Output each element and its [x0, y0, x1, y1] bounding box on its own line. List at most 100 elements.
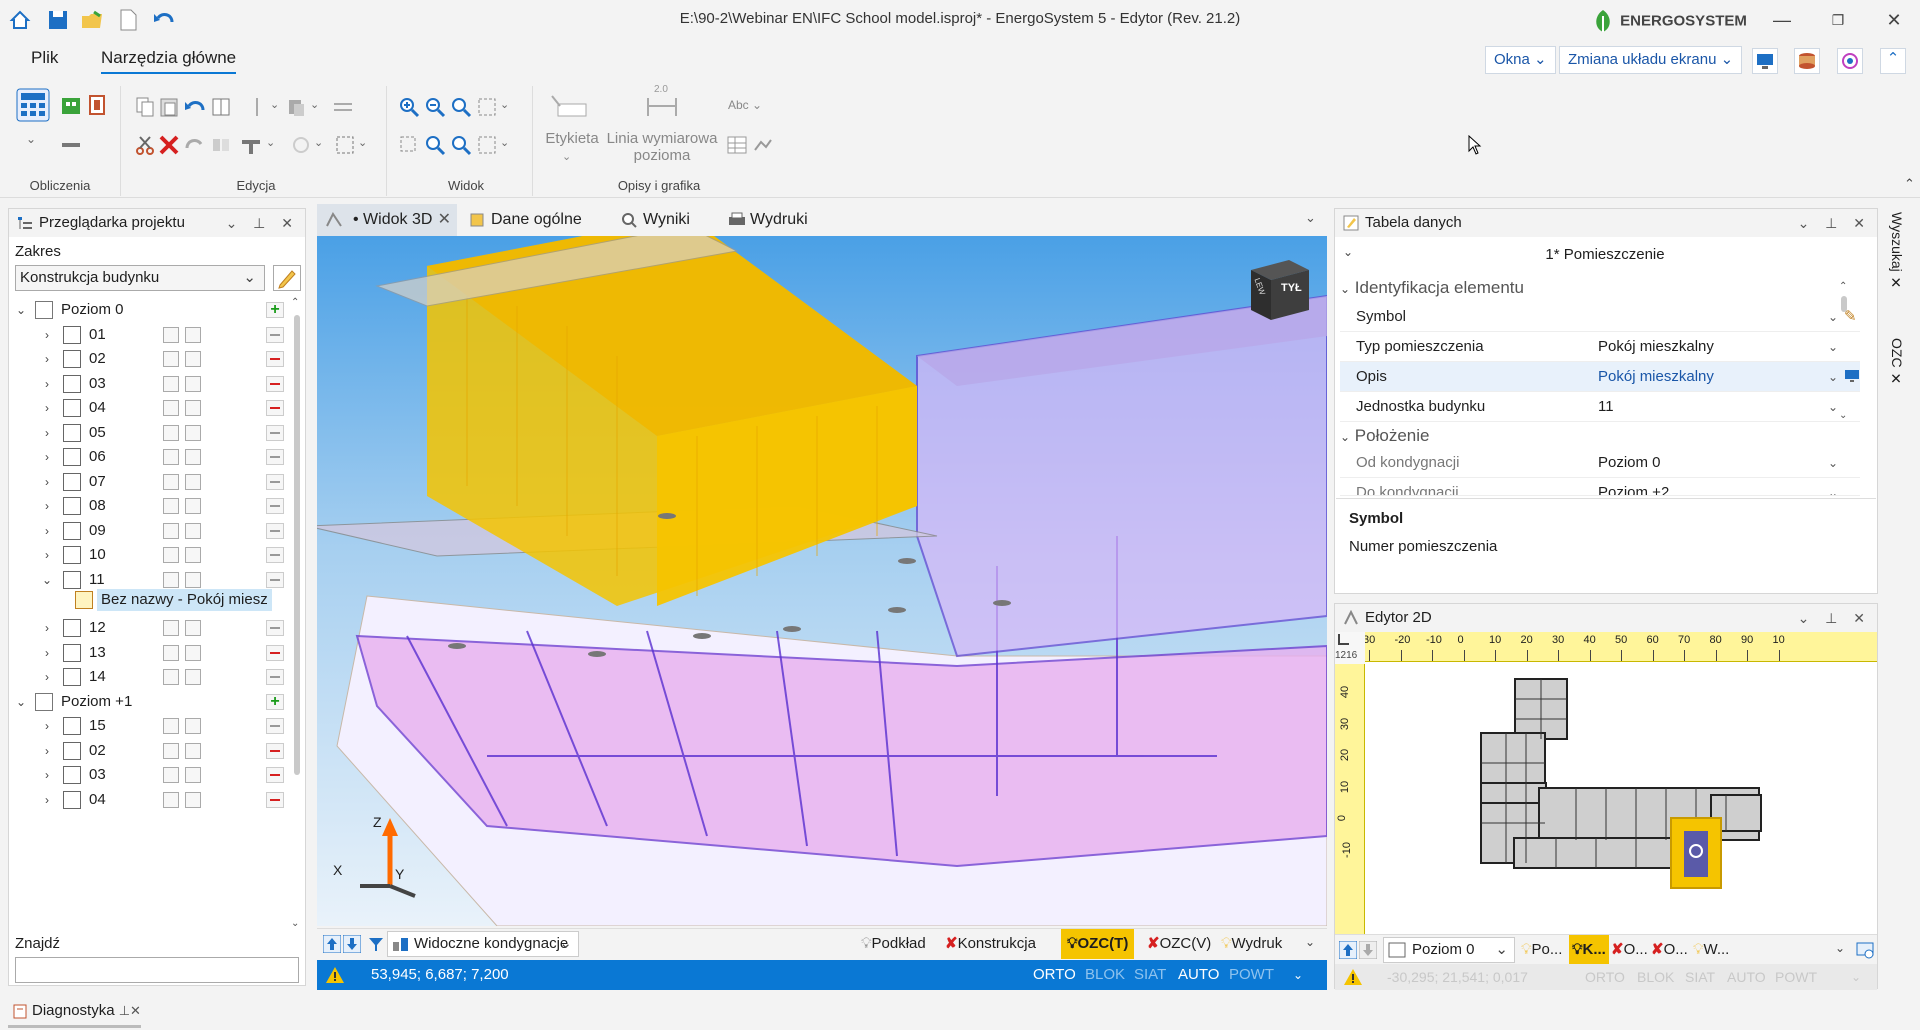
building-green-icon[interactable] [60, 94, 82, 116]
calc-expand-icon[interactable]: ⌄ [26, 132, 48, 154]
chevron-down-icon[interactable]: ⌄ [1828, 332, 1838, 362]
tabs-overflow-icon[interactable]: ⌄ [1305, 210, 1316, 226]
label-tool-label[interactable]: Etykieta [540, 130, 604, 147]
edit-pencil-icon[interactable] [273, 265, 301, 291]
undo-edit-icon[interactable] [184, 96, 206, 118]
collapse-ribbon-icon[interactable]: ⌃ [1880, 48, 1906, 74]
row-room-type[interactable]: Typ pomieszczenia Pokój mieszkalny ⌄ [1340, 332, 1860, 362]
2d-layer-2[interactable]: 💡︎K... [1569, 935, 1609, 965]
layer-print[interactable]: 💡︎Wydruk [1221, 929, 1282, 959]
scroll-down-icon[interactable]: ⌄ [291, 918, 299, 929]
room-copy-icon[interactable] [185, 767, 201, 783]
zoom-next-icon[interactable] [450, 134, 472, 156]
tree-scrollbar[interactable]: ⌃ ⌄ [291, 297, 303, 929]
2d-layer-1[interactable]: 💡︎Po... [1521, 935, 1562, 965]
zoom-all-icon[interactable] [450, 96, 472, 118]
mirror-icon[interactable] [210, 134, 232, 156]
room-edit-icon[interactable] [163, 767, 179, 783]
toolbar-overflow-icon[interactable]: ⌄ [1305, 935, 1315, 949]
2d-mode-powt[interactable]: POWT [1775, 964, 1817, 990]
row-symbol[interactable]: Symbol ⌄ ✎ [1340, 302, 1860, 332]
tab-general-data[interactable]: Dane ogólne [463, 204, 582, 236]
zoom-fit-icon[interactable] [1855, 940, 1875, 960]
floor-plan-canvas[interactable] [1366, 663, 1877, 935]
cut-icon[interactable] [134, 134, 156, 156]
restore-button[interactable]: ❐ [1816, 6, 1860, 34]
copy-icon[interactable] [134, 96, 156, 118]
pencil-icon[interactable]: ✎ [1844, 302, 1857, 332]
row-from-level[interactable]: Od kondygnacji Poziom 0 ⌄ [1340, 448, 1860, 478]
room-copy-icon[interactable] [185, 644, 201, 661]
warning-icon[interactable] [325, 966, 345, 984]
room-edit-icon[interactable] [163, 547, 179, 563]
remove-icon[interactable] [266, 522, 284, 539]
side-tab-ozc[interactable]: OZC ✕ [1886, 338, 1908, 428]
2d-mode-orto[interactable]: ORTO [1585, 964, 1625, 990]
chevron-down-icon[interactable]: ⌄ [1828, 302, 1838, 332]
tab-results[interactable]: Wyniki [615, 204, 690, 236]
tab-file[interactable]: Plik [31, 48, 58, 68]
level-select[interactable]: Poziom 0 ⌄ [1383, 937, 1515, 963]
room-edit-icon[interactable] [163, 620, 179, 636]
zoom-previous-icon[interactable] [424, 134, 446, 156]
redo-icon[interactable] [184, 134, 206, 156]
row-description-value[interactable]: Pokój mieszkalny [1598, 362, 1714, 392]
level-down-icon[interactable] [1359, 941, 1377, 959]
room-copy-icon[interactable] [185, 498, 201, 514]
add-icon[interactable]: + [266, 693, 284, 710]
rotate-icon[interactable] [290, 134, 312, 156]
scroll-up-icon[interactable]: ⌃ [291, 297, 299, 308]
structure-icon[interactable] [240, 134, 262, 156]
zoom-dropdown-icon[interactable]: ⌄ [500, 98, 522, 120]
zoom-out-icon[interactable] [424, 96, 446, 118]
layers-dropdown-icon[interactable]: ⌄ [310, 98, 332, 120]
status-menu-icon[interactable]: ⌄ [1293, 960, 1303, 990]
text-style-button[interactable]: Abc ⌄ [728, 98, 762, 112]
chevron-right-icon[interactable]: › [41, 785, 53, 815]
remove-icon[interactable] [266, 351, 284, 367]
remove-icon[interactable] [266, 767, 284, 783]
room-copy-icon[interactable] [185, 718, 201, 734]
select-box-icon[interactable] [334, 134, 356, 156]
room-edit-icon[interactable] [163, 791, 179, 808]
database-icon[interactable] [1794, 48, 1820, 74]
cursor-move-icon[interactable] [246, 96, 268, 118]
view-frame-icon[interactable] [476, 134, 498, 156]
remove-icon[interactable] [266, 547, 284, 563]
view-dropdown-icon[interactable]: ⌄ [500, 136, 522, 158]
side-tab-search[interactable]: Wyszukaj ✕ [1886, 212, 1908, 312]
room-copy-icon[interactable] [185, 351, 201, 367]
room-edit-icon[interactable] [163, 473, 179, 490]
view-cube[interactable]: TYŁ LEW [1245, 256, 1313, 324]
monitor-icon[interactable] [1752, 48, 1778, 74]
layer-underlay[interactable]: 💡︎Podkład [861, 929, 926, 959]
status-menu-icon[interactable]: ⌄ [1851, 964, 1861, 990]
close-window-button[interactable]: ✕ [1872, 6, 1916, 34]
room-edit-icon[interactable] [163, 351, 179, 367]
rotate-dropdown-icon[interactable]: ⌄ [314, 136, 336, 158]
layers-icon[interactable] [286, 96, 308, 118]
mode-orto[interactable]: ORTO [1033, 960, 1076, 990]
room-edit-icon[interactable] [163, 449, 179, 465]
room-copy-icon[interactable] [185, 547, 201, 563]
remove-icon[interactable] [266, 449, 284, 465]
dimension-line-icon[interactable]: 2.0 [644, 84, 680, 120]
diagnostics-controls[interactable]: ⊥✕ [119, 1003, 141, 1018]
mode-auto[interactable]: AUTO [1178, 960, 1219, 990]
remove-icon[interactable] [266, 326, 284, 343]
remove-icon[interactable] [266, 400, 284, 416]
row-to-level[interactable]: Do kondygnacji Poziom +2 ⌄ [1340, 478, 1860, 496]
visible-levels-select[interactable]: Widoczne kondygnacje ⌄ [387, 931, 579, 957]
2d-mode-blok[interactable]: BLOK [1637, 964, 1674, 990]
room-copy-icon[interactable] [185, 620, 201, 636]
room-copy-icon[interactable] [185, 522, 201, 539]
tree-item[interactable]: › 04 [9, 785, 289, 815]
label-tool-icon[interactable] [550, 94, 590, 122]
room-copy-icon[interactable] [185, 424, 201, 441]
tree-selected-room[interactable]: Bez nazwy - Pokój miesz [9, 589, 289, 611]
row-to-level-value[interactable]: Poziom +2 [1598, 478, 1669, 495]
remove-icon[interactable] [266, 375, 284, 392]
remove-icon[interactable] [266, 498, 284, 514]
tab-3d-view[interactable]: • Widok 3D ✕ [317, 204, 457, 236]
chevron-down-icon[interactable]: ⌄ [1828, 448, 1838, 478]
